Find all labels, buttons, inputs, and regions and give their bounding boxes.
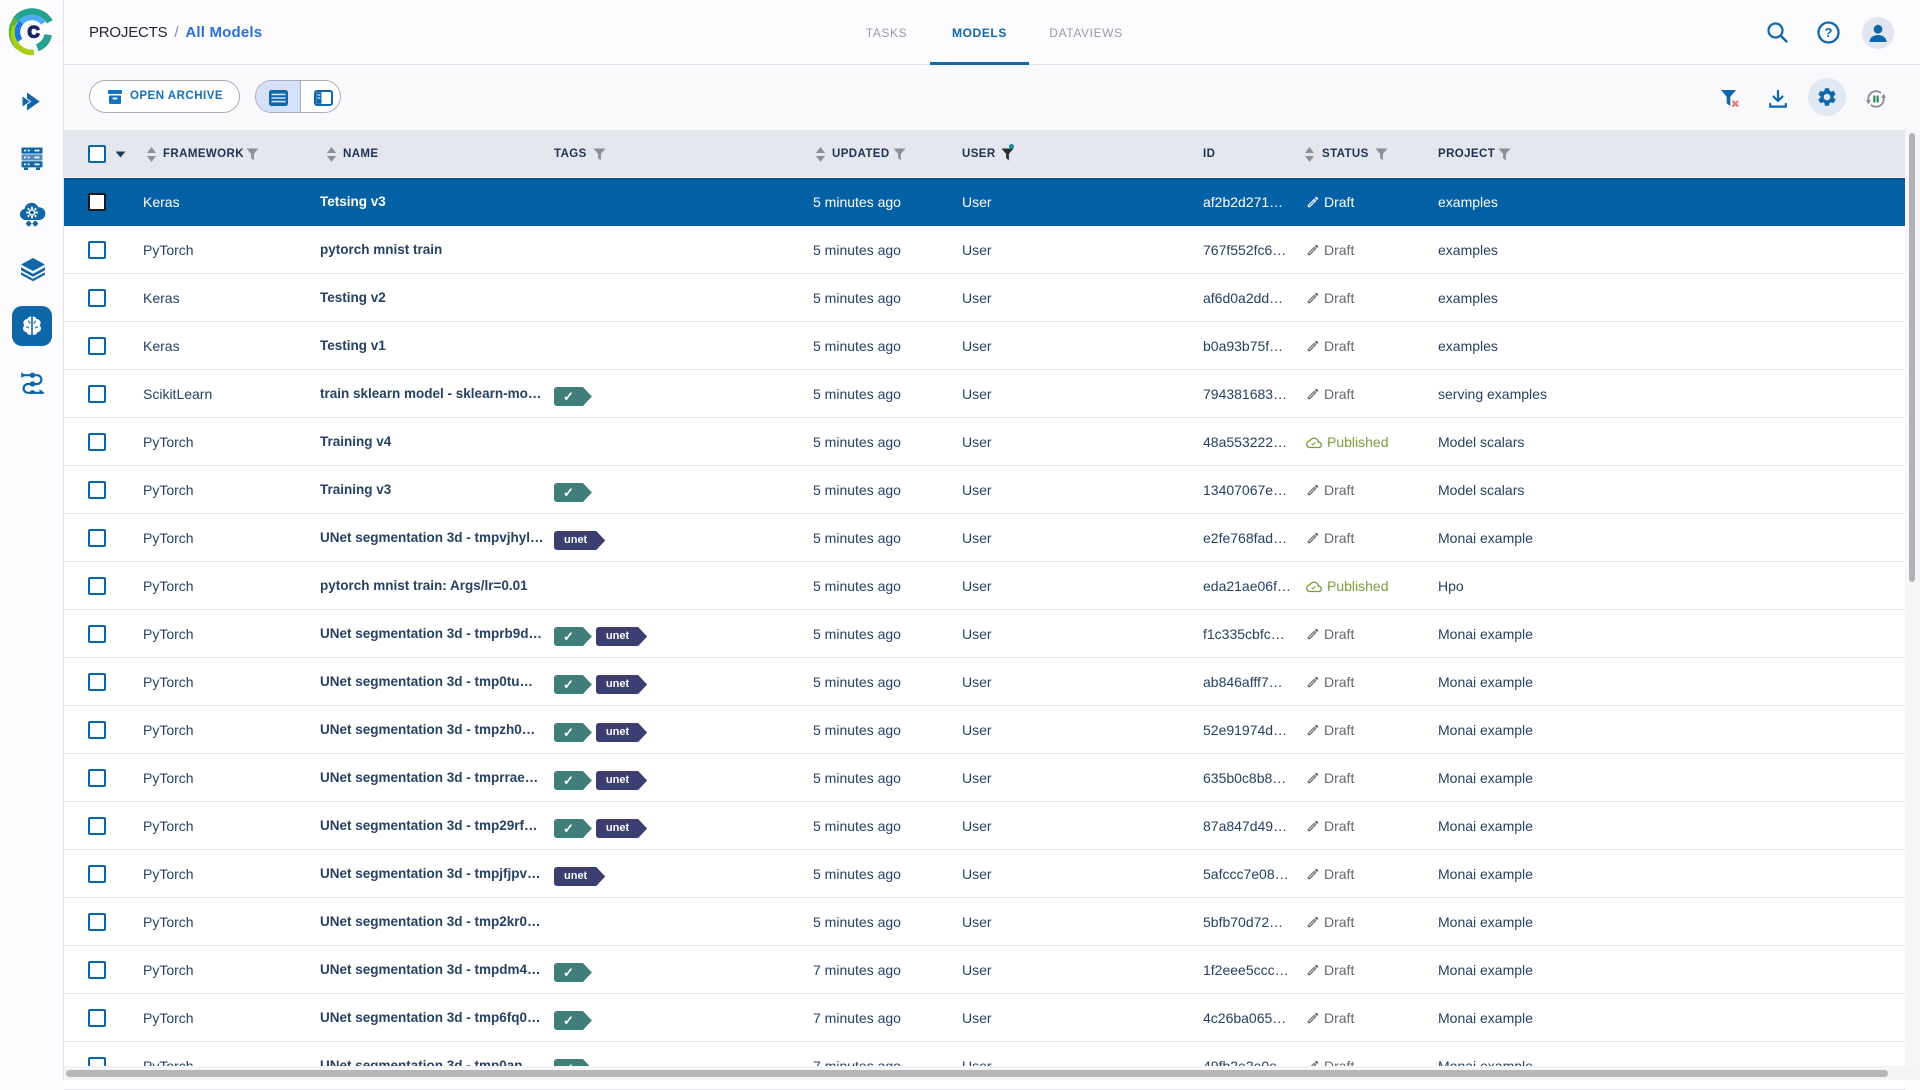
svg-text:?: ? (1825, 25, 1833, 40)
svg-text:C: C (28, 24, 40, 42)
